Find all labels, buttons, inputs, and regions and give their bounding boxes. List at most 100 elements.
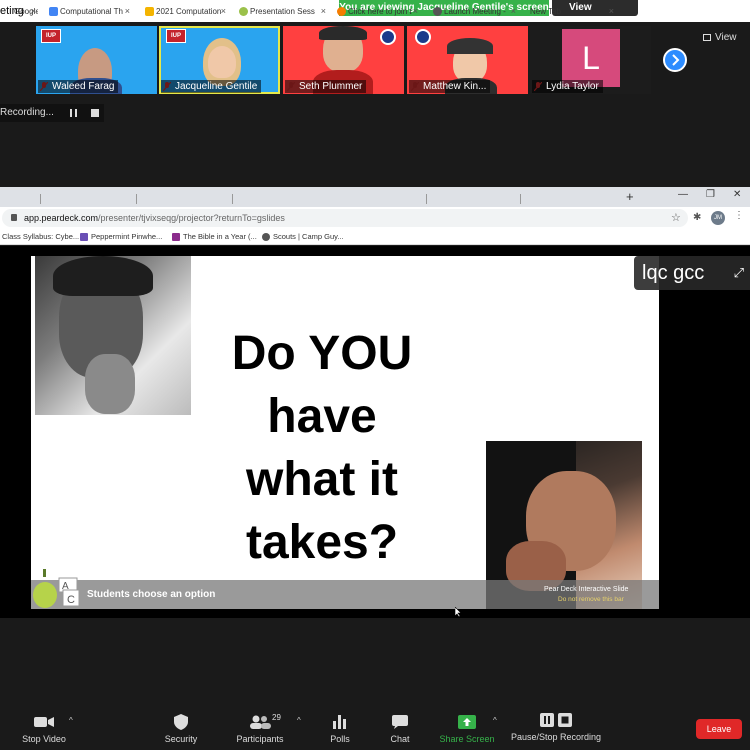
svg-text:C: C xyxy=(67,594,75,606)
participants-label: Participants xyxy=(236,734,284,744)
url-field[interactable]: app.peardeck.com/presenter/tjvixseqg/pro… xyxy=(2,209,688,227)
polls-button[interactable]: Polls xyxy=(320,698,360,744)
meeting-toolbar xyxy=(0,698,750,750)
hair-shape xyxy=(53,256,153,296)
tab-divider xyxy=(520,194,521,204)
overlay-logo-text: lqc gcc xyxy=(642,262,705,284)
overlay-logo: lqc gcc ⤢ xyxy=(634,256,750,290)
participant-tile[interactable]: IUP Waleed Farag xyxy=(36,26,157,94)
bookmark-star-icon[interactable]: ☆ xyxy=(671,211,681,224)
close-icon[interactable]: × xyxy=(125,3,130,20)
lock-icon xyxy=(11,214,17,221)
profile-avatar[interactable]: JM xyxy=(711,211,725,225)
school-logo: IUP xyxy=(166,29,186,43)
peardeck-icon xyxy=(239,7,248,16)
participant-hair xyxy=(319,26,367,40)
headline-line: takes? xyxy=(245,516,399,569)
browser-tab-bar xyxy=(0,187,750,207)
peardeck-icon: A C xyxy=(33,569,80,608)
maximize-button[interactable]: ❐ xyxy=(706,189,715,200)
bookmark-item[interactable]: The Bible in a Year (... xyxy=(172,231,257,243)
peardeck-tag-warning: Do not remove this bar xyxy=(558,596,624,603)
address-bar: app.peardeck.com/presenter/tjvixseqg/pro… xyxy=(0,207,750,229)
view-label: View xyxy=(715,32,737,43)
avatar: L xyxy=(562,29,620,87)
slide: Do YOU have what it takes? Students choo… xyxy=(31,256,659,609)
grid-icon xyxy=(703,34,711,41)
video-camera-icon xyxy=(34,717,54,727)
close-window-button[interactable]: ✕ xyxy=(733,189,741,200)
stop-video-label: Stop Video xyxy=(22,734,66,744)
blogger-icon xyxy=(337,7,346,16)
extensions-icon[interactable]: ✱ xyxy=(693,212,701,223)
recording-indicator: Recording... xyxy=(0,104,104,122)
polls-label: Polls xyxy=(330,734,350,744)
headset-icon xyxy=(447,38,493,54)
chevron-right-icon xyxy=(672,54,680,66)
participant-tile[interactable]: Seth Plummer xyxy=(283,26,404,94)
participant-tile[interactable]: Matthew Kin... xyxy=(407,26,528,94)
view-button[interactable]: View xyxy=(703,32,737,43)
close-icon[interactable]: × xyxy=(609,3,614,20)
pause-icon[interactable] xyxy=(70,109,77,117)
new-tab-button[interactable]: + xyxy=(626,189,634,204)
security-button[interactable]: Security xyxy=(156,698,206,744)
next-page-button[interactable] xyxy=(663,48,687,72)
tab-divider xyxy=(426,194,427,204)
close-icon[interactable]: × xyxy=(321,3,326,20)
participant-tile-active[interactable]: IUP Jacqueline Gentile xyxy=(159,26,280,94)
participant-tile[interactable]: L Lydia Taylor xyxy=(530,26,651,94)
chat-button[interactable]: Chat xyxy=(382,698,418,744)
close-icon[interactable]: × xyxy=(31,3,36,20)
headline-line: have xyxy=(267,390,377,443)
pause-recording-label: Pause/Stop Recording xyxy=(510,732,602,742)
tab-divider xyxy=(136,194,137,204)
zoom-window: eting You are viewing Jacqueline Gentile… xyxy=(0,0,750,750)
docs-icon xyxy=(49,7,58,16)
peardeck-tag: Pear Deck Interactive Slide xyxy=(544,586,629,593)
recording-label: Recording... xyxy=(0,107,54,118)
security-label: Security xyxy=(164,734,198,744)
participant-face xyxy=(208,46,236,78)
participant-name: Lydia Taylor xyxy=(532,80,603,93)
headline-line: Do YOU xyxy=(231,327,413,380)
tab-divider xyxy=(232,194,233,204)
bookmark-item[interactable]: Scouts | Camp Guy... xyxy=(262,231,344,243)
browser-tab-active[interactable]: Presentation Sess × xyxy=(236,3,328,20)
close-icon[interactable]: × xyxy=(413,3,418,20)
menu-icon[interactable]: ⋮ xyxy=(734,210,744,221)
browser-tab[interactable]: Click here to join t × xyxy=(334,3,420,20)
participants-icon xyxy=(250,715,271,729)
stop-icon[interactable] xyxy=(91,109,99,117)
chat-icon xyxy=(392,715,408,729)
leave-button[interactable]: Leave xyxy=(696,719,742,739)
participants-count-badge: 29 xyxy=(272,713,281,722)
browser-tab[interactable]: Computational Th × xyxy=(46,3,132,20)
browser-tab[interactable]: 2021 Computation × xyxy=(142,3,228,20)
pause-stop-recording-button[interactable]: Pause/Stop Recording xyxy=(508,698,604,742)
globe-icon xyxy=(433,7,442,16)
browser-tab[interactable]: New Tab × xyxy=(516,3,616,20)
polls-icon xyxy=(333,715,346,729)
browser-tab[interactable]: Google × xyxy=(0,3,38,20)
peardeck-bar-text: Students choose an option xyxy=(87,589,216,600)
minimize-button[interactable]: — xyxy=(678,189,688,200)
share-screen-label: Share Screen xyxy=(439,734,495,744)
expand-icon[interactable]: ⤢ xyxy=(734,256,744,290)
school-seal-icon xyxy=(415,29,431,45)
close-icon[interactable]: × xyxy=(221,3,226,20)
peardeck-bar: Students choose an option xyxy=(31,580,659,609)
browser-tab[interactable]: Launch Meeting - × xyxy=(430,3,518,20)
stop-video-button[interactable]: Stop Video xyxy=(14,698,74,744)
tab-divider xyxy=(40,194,41,204)
slide-photo-thinking-man xyxy=(35,256,191,415)
hand-shape xyxy=(85,354,135,414)
bookmark-item[interactable]: Peppermint Pinwhe... xyxy=(80,231,162,243)
school-logo: IUP xyxy=(41,29,61,43)
chat-label: Chat xyxy=(390,734,410,744)
share-screen-button[interactable]: Share Screen xyxy=(438,698,496,744)
shield-icon xyxy=(174,714,188,730)
bookmark-item[interactable]: Class Syllabus: Cybe... xyxy=(2,231,79,243)
share-screen-icon xyxy=(458,715,476,729)
participant-name: Matthew Kin... xyxy=(409,80,491,93)
